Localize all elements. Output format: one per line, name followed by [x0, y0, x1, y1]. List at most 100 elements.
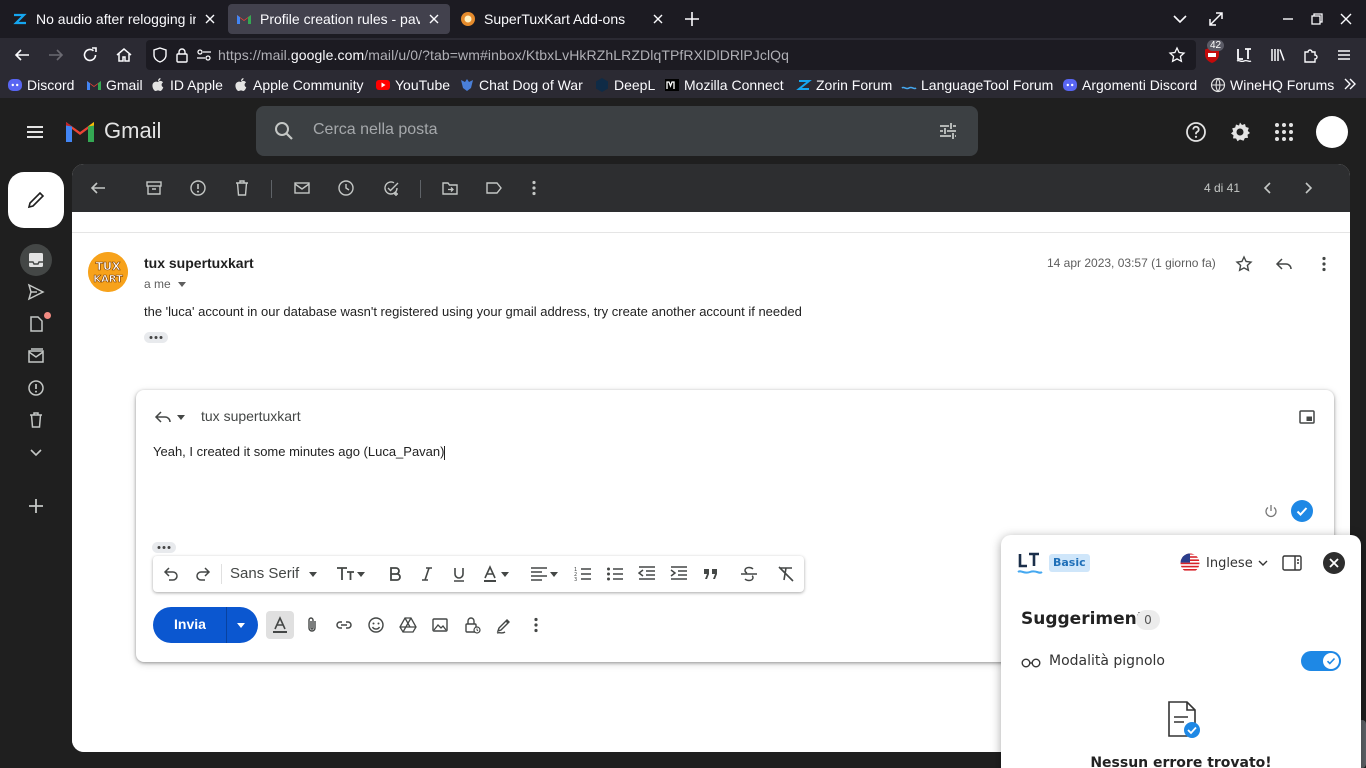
bookmark-apple-community[interactable]: Apple Community — [233, 76, 364, 94]
tab-profile-creation[interactable]: Profile creation rules - pav — [228, 4, 450, 34]
reply-body-input[interactable]: Yeah, I created it some minutes ago (Luc… — [153, 444, 446, 460]
bookmark-gmail[interactable]: Gmail — [86, 76, 143, 94]
tab-supertuxkart-addons[interactable]: SuperTuxKart Add-ons — [452, 4, 674, 34]
bookmark-youtube[interactable]: YouTube — [375, 76, 450, 94]
reply-icon[interactable] — [1275, 255, 1293, 273]
url-bar[interactable]: https://mail.google.com/mail/u/0/?tab=wm… — [146, 40, 1196, 70]
show-trimmed-content-icon[interactable] — [152, 542, 176, 553]
lt-check-badge-icon[interactable] — [1291, 500, 1313, 522]
bookmark-chat-dog-of-war[interactable]: Chat Dog of War — [459, 76, 583, 94]
lock-icon[interactable] — [174, 47, 190, 63]
sent-icon[interactable] — [27, 283, 45, 301]
move-to-icon[interactable] — [441, 179, 459, 197]
italic-icon[interactable] — [418, 565, 436, 583]
font-size-icon[interactable] — [336, 565, 366, 583]
open-sidebar-icon[interactable] — [1282, 554, 1302, 572]
help-icon[interactable] — [1185, 121, 1207, 143]
fullscreen-icon[interactable] — [1207, 10, 1225, 28]
avatar[interactable] — [1316, 116, 1348, 148]
shield-icon[interactable] — [152, 47, 168, 63]
languagetool-extension-icon[interactable] — [1235, 46, 1253, 64]
underline-icon[interactable] — [450, 565, 468, 583]
newer-chevron-icon[interactable] — [1259, 179, 1277, 197]
older-chevron-icon[interactable] — [1299, 179, 1317, 197]
trash-icon[interactable] — [27, 411, 45, 429]
minimize-icon[interactable] — [1279, 10, 1297, 28]
caret-down-icon[interactable] — [308, 565, 318, 583]
formatting-options-icon[interactable] — [271, 616, 289, 634]
indent-more-icon[interactable] — [670, 565, 688, 583]
back-to-inbox-icon[interactable] — [89, 179, 107, 197]
archive-icon[interactable] — [145, 179, 163, 197]
bold-icon[interactable] — [386, 565, 404, 583]
report-spam-icon[interactable] — [189, 179, 207, 197]
show-trimmed-content-icon[interactable] — [144, 332, 168, 343]
language-selector[interactable]: Inglese — [1180, 553, 1268, 573]
close-tab-icon[interactable] — [426, 11, 442, 27]
delete-icon[interactable] — [233, 179, 251, 197]
tab-no-audio[interactable]: No audio after relogging in — [4, 4, 226, 34]
close-window-icon[interactable] — [1337, 10, 1355, 28]
url-text[interactable]: https://mail.google.com/mail/u/0/?tab=wm… — [218, 47, 789, 63]
settings-gear-icon[interactable] — [1229, 121, 1251, 143]
search-icon[interactable] — [274, 121, 294, 141]
bookmark-winehq-forums[interactable]: WineHQ Forums — [1210, 76, 1334, 94]
back-icon[interactable] — [13, 46, 31, 64]
confidential-mode-icon[interactable] — [463, 616, 481, 634]
attach-file-icon[interactable] — [303, 616, 321, 634]
bookmark-star-icon[interactable] — [1168, 46, 1186, 64]
reply-type-selector[interactable] — [154, 408, 186, 426]
send-options-icon[interactable] — [236, 620, 246, 630]
picky-mode-toggle[interactable] — [1301, 651, 1341, 671]
mark-unread-icon[interactable] — [293, 179, 311, 197]
emoji-icon[interactable] — [367, 616, 385, 634]
app-menu-icon[interactable] — [1335, 46, 1353, 64]
caret-down-icon[interactable] — [177, 279, 187, 289]
search-box[interactable]: Cerca nella posta — [256, 106, 978, 156]
bookmark-argomenti-discord[interactable]: Argomenti Discord — [1062, 76, 1197, 94]
pop-out-reply-icon[interactable] — [1298, 408, 1316, 426]
close-panel-icon[interactable] — [1323, 552, 1345, 574]
bulleted-list-icon[interactable] — [606, 565, 624, 583]
library-icon[interactable] — [1269, 46, 1287, 64]
numbered-list-icon[interactable]: 123 — [574, 565, 592, 583]
close-tab-icon[interactable] — [650, 11, 666, 27]
google-apps-icon[interactable] — [1273, 121, 1295, 143]
quote-icon[interactable] — [702, 565, 720, 583]
remove-formatting-icon[interactable] — [777, 565, 795, 583]
rail-item-inbox[interactable] — [20, 244, 52, 276]
home-icon[interactable] — [115, 46, 133, 64]
reload-icon[interactable] — [81, 46, 99, 64]
compose-button[interactable] — [8, 172, 64, 228]
gmail-logo[interactable]: Gmail — [64, 118, 161, 144]
snooze-clock-icon[interactable] — [337, 179, 355, 197]
strikethrough-icon[interactable] — [740, 565, 758, 583]
restore-icon[interactable] — [1308, 10, 1326, 28]
label-icon[interactable] — [485, 179, 503, 197]
lt-power-icon[interactable] — [1263, 503, 1279, 519]
bookmark-languagetool-forum[interactable]: LanguageTool Forum — [901, 76, 1053, 94]
message-more-icon[interactable] — [1315, 255, 1333, 273]
drafts-icon[interactable] — [27, 315, 45, 333]
indent-less-icon[interactable] — [638, 565, 656, 583]
all-mail-icon[interactable] — [27, 347, 45, 365]
sender-avatar[interactable]: TUX KART — [88, 252, 128, 292]
main-menu-icon[interactable] — [25, 122, 45, 142]
align-icon[interactable] — [530, 565, 560, 583]
bookmark-id-apple[interactable]: ID Apple — [150, 76, 223, 94]
more-labels-chevron-icon[interactable] — [27, 443, 45, 461]
star-icon[interactable] — [1235, 255, 1253, 273]
bookmark-zorin-forum[interactable]: Zorin Forum — [796, 76, 892, 94]
list-all-tabs-icon[interactable] — [1171, 10, 1189, 28]
bookmark-mozilla-connect[interactable]: Mozilla Connect — [664, 76, 784, 94]
add-to-tasks-icon[interactable] — [382, 179, 400, 197]
undo-icon[interactable] — [162, 565, 180, 583]
more-options-icon[interactable] — [525, 179, 543, 197]
more-send-options-icon[interactable] — [527, 616, 545, 634]
search-input[interactable]: Cerca nella posta — [313, 121, 438, 139]
recipient-details[interactable]: a me — [144, 277, 187, 291]
text-color-icon[interactable] — [482, 565, 512, 583]
insert-link-icon[interactable] — [335, 616, 353, 634]
search-options-icon[interactable] — [938, 121, 958, 141]
font-family-select[interactable]: Sans Serif — [230, 565, 299, 582]
